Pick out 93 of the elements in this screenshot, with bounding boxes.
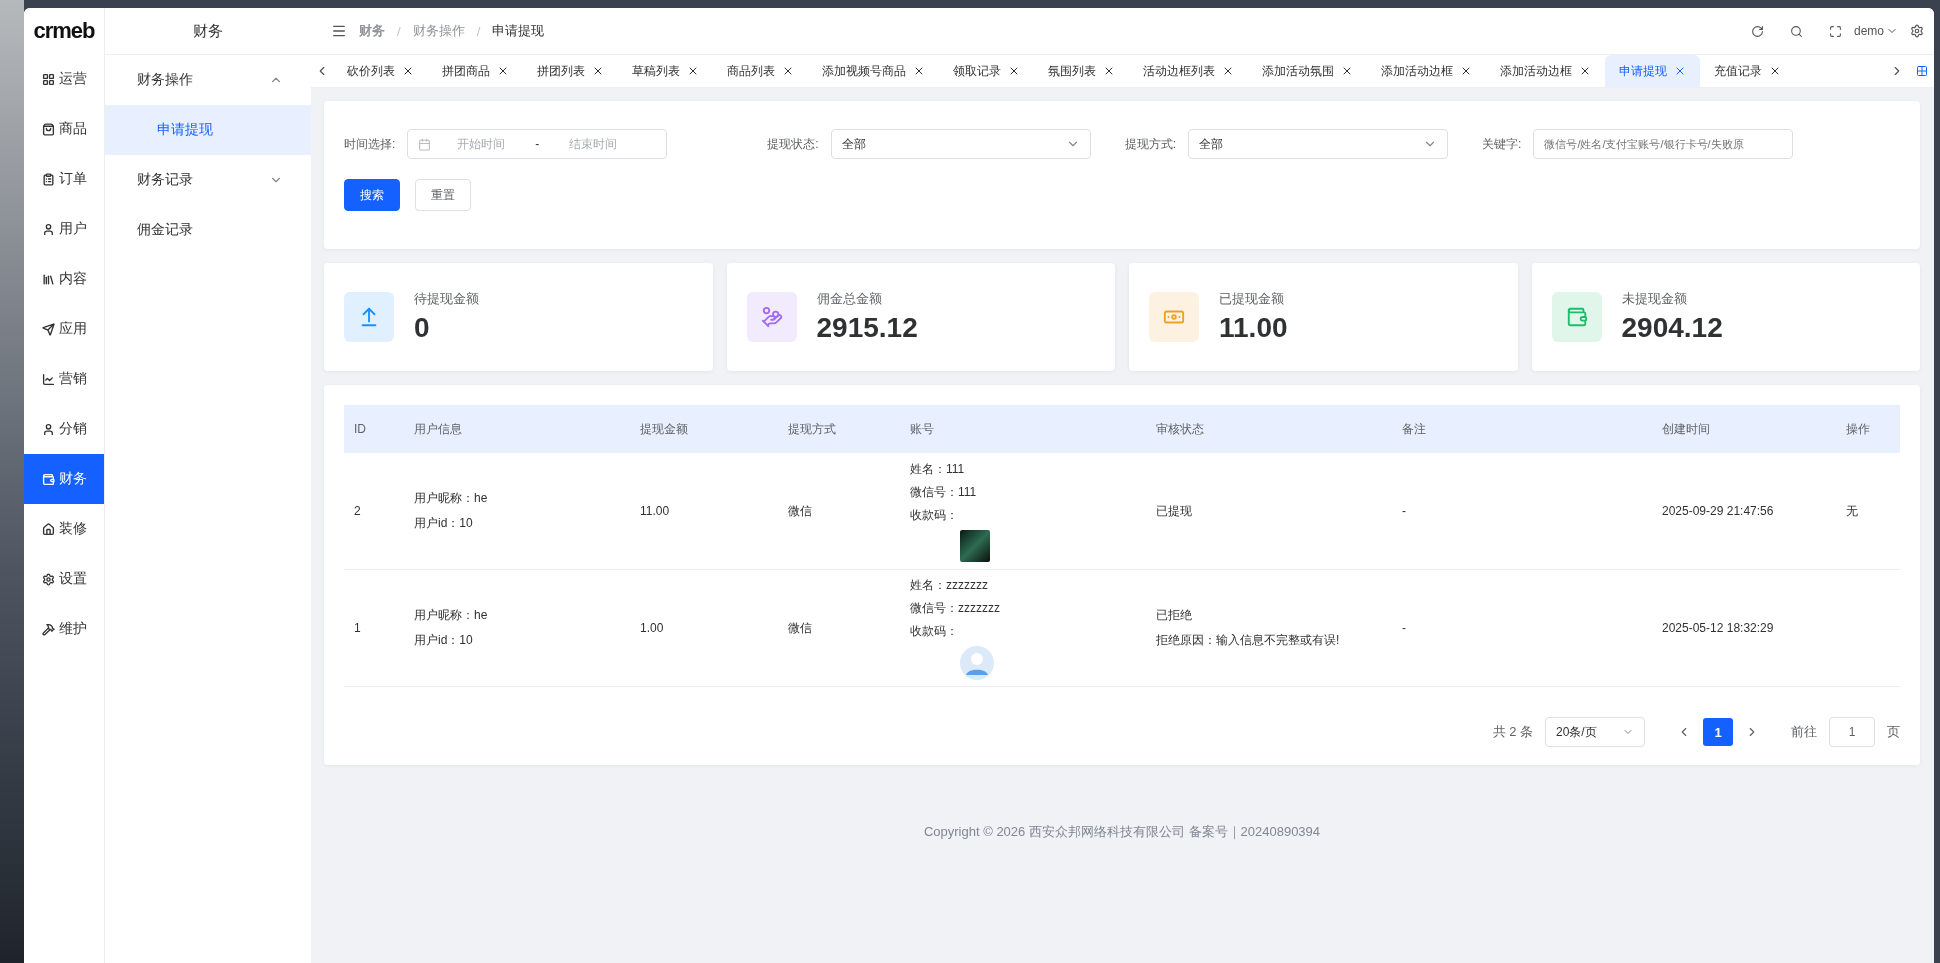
nav-item[interactable]: 分销 [24, 404, 104, 454]
breadcrumb-separator: / [476, 23, 481, 39]
page-tab[interactable]: 草稿列表 [618, 55, 713, 87]
stat-label: 佣金总金额 [816, 290, 883, 308]
stat-value: 0 [414, 312, 431, 344]
table-cell-text: 用户id：10 [414, 632, 474, 649]
table-cell-text: 已拒绝 [1156, 607, 1193, 624]
stat-value: 2904.12 [1621, 312, 1723, 344]
table-cell-text: 用户id：10 [414, 515, 474, 532]
reset-button[interactable]: 重置 [415, 179, 471, 211]
page-tab[interactable]: 拼团商品 [428, 55, 523, 87]
goto-page-field[interactable]: 1 [1829, 717, 1875, 747]
field-label: 提现状态: [767, 135, 819, 153]
nav-item[interactable]: 商品 [24, 104, 104, 154]
nav-item[interactable]: 订单 [24, 154, 104, 204]
breadcrumb-item: 申请提现 [492, 22, 545, 40]
copyright-text: Copyright © 2026 西安众邦网络科技有限公司 备案号｜20240890394 [923, 823, 1321, 841]
table-cell-text: 2025-09-29 21:47:56 [1662, 504, 1775, 518]
field-label: 时间选择: [344, 135, 396, 153]
total-count: 共 2 条 [1492, 723, 1533, 741]
page-tab[interactable]: 申请提现 [1605, 55, 1700, 87]
search-button[interactable]: 搜索 [344, 179, 400, 211]
table-cell-text: 已提现 [1156, 502, 1193, 520]
page-tab[interactable]: 商品列表 [713, 55, 808, 87]
column-header: 用户信息 [404, 405, 630, 453]
user-menu[interactable]: demo [1853, 24, 1898, 38]
page-tab[interactable]: 添加活动边框 [1486, 55, 1605, 87]
submenu-item[interactable]: 申请提现 [105, 105, 311, 155]
status-select[interactable]: 全部 [830, 129, 1091, 159]
column-header: ID [344, 405, 404, 453]
table-cell-text: - [1402, 621, 1407, 635]
nav-item[interactable]: 用户 [24, 204, 104, 254]
column-header: 备注 [1392, 405, 1652, 453]
table-cell-text: 无 [1846, 502, 1859, 520]
table-cell-text: 姓名：111 [910, 460, 966, 478]
nav-item[interactable]: 应用 [24, 304, 104, 354]
page-tab[interactable]: 添加活动边框 [1367, 55, 1486, 87]
column-header: 提现方式 [778, 405, 900, 453]
table-cell-text: - [1402, 504, 1407, 518]
logo: crmeb [32, 17, 96, 45]
field-label: 提现方式: [1124, 135, 1177, 153]
date-range-field[interactable]: 开始时间 - 结束时间 [407, 129, 668, 159]
table-cell-text: 用户昵称：he [414, 607, 489, 624]
stat-value: 2915.12 [816, 312, 918, 344]
column-header: 操作 [1836, 405, 1900, 453]
column-header: 账号 [900, 405, 1146, 453]
page-tab[interactable]: 添加活动氛围 [1248, 55, 1367, 87]
method-select[interactable]: 全部 [1188, 129, 1449, 159]
table-cell-text: 微信号：zzzzzzz [910, 599, 1001, 617]
stat-label: 待提现金额 [414, 290, 479, 308]
page-tab[interactable]: 充值记录 [1700, 55, 1795, 87]
field-label: 关键字: [1482, 135, 1522, 153]
nav-item[interactable]: 设置 [24, 554, 104, 604]
page-tab[interactable]: 氛围列表 [1034, 55, 1129, 87]
table-cell-text: 拒绝原因：输入信息不完整或有误! [1156, 632, 1341, 649]
page-tab[interactable]: 添加视频号商品 [808, 55, 939, 87]
page-unit: 页 [1887, 723, 1900, 741]
nav-item[interactable]: 装修 [24, 504, 104, 554]
table-cell-text: 收款码： [910, 622, 959, 640]
table-cell-text: 姓名：zzzzzzz [910, 576, 989, 594]
table-cell-text: 2025-05-12 18:32:29 [1662, 621, 1775, 635]
table-cell-text: 微信 [788, 502, 813, 520]
nav-item[interactable]: 维护 [24, 604, 104, 654]
table-cell-text: 微信号：111 [910, 483, 978, 501]
submenu-item[interactable]: 佣金记录 [105, 205, 311, 255]
nav-item[interactable]: 营销 [24, 354, 104, 404]
column-header: 提现金额 [630, 405, 778, 453]
keyword-field[interactable]: 微信号/姓名/支付宝账号/银行卡号/失败原 [1533, 129, 1794, 159]
goto-label: 前往 [1791, 723, 1817, 741]
nav-item[interactable]: 内容 [24, 254, 104, 304]
page-tab[interactable]: 拼团列表 [523, 55, 618, 87]
page-tab[interactable]: 领取记录 [939, 55, 1034, 87]
table-cell-text: 1 [354, 621, 362, 635]
table-cell-text: 微信 [788, 619, 813, 637]
table-cell-text: 11.00 [640, 504, 671, 518]
table-cell-text: 2 [354, 504, 362, 518]
stat-label: 未提现金额 [1621, 290, 1688, 308]
table-cell-text: 1.00 [640, 621, 665, 635]
stat-value: 11.00 [1219, 312, 1288, 344]
nav-item[interactable]: 运营 [24, 54, 104, 104]
column-header: 审核状态 [1146, 405, 1392, 453]
column-header: 创建时间 [1652, 405, 1836, 453]
page-tab[interactable]: 活动边框列表 [1129, 55, 1248, 87]
nav-item[interactable]: 财务 [24, 454, 104, 504]
page-tab[interactable]: 砍价列表 [333, 55, 428, 87]
breadcrumb-separator: / [397, 23, 401, 39]
page-number[interactable]: 1 [1703, 718, 1733, 746]
table-cell-text: 收款码： [910, 506, 959, 524]
submenu-item[interactable]: 财务记录 [105, 155, 311, 205]
table-cell-text: 用户昵称：he [414, 490, 489, 507]
page-size-select[interactable]: 20条/页 [1545, 717, 1645, 747]
submenu-item[interactable]: 财务操作 [105, 55, 311, 105]
stat-label: 已提现金额 [1219, 290, 1285, 308]
